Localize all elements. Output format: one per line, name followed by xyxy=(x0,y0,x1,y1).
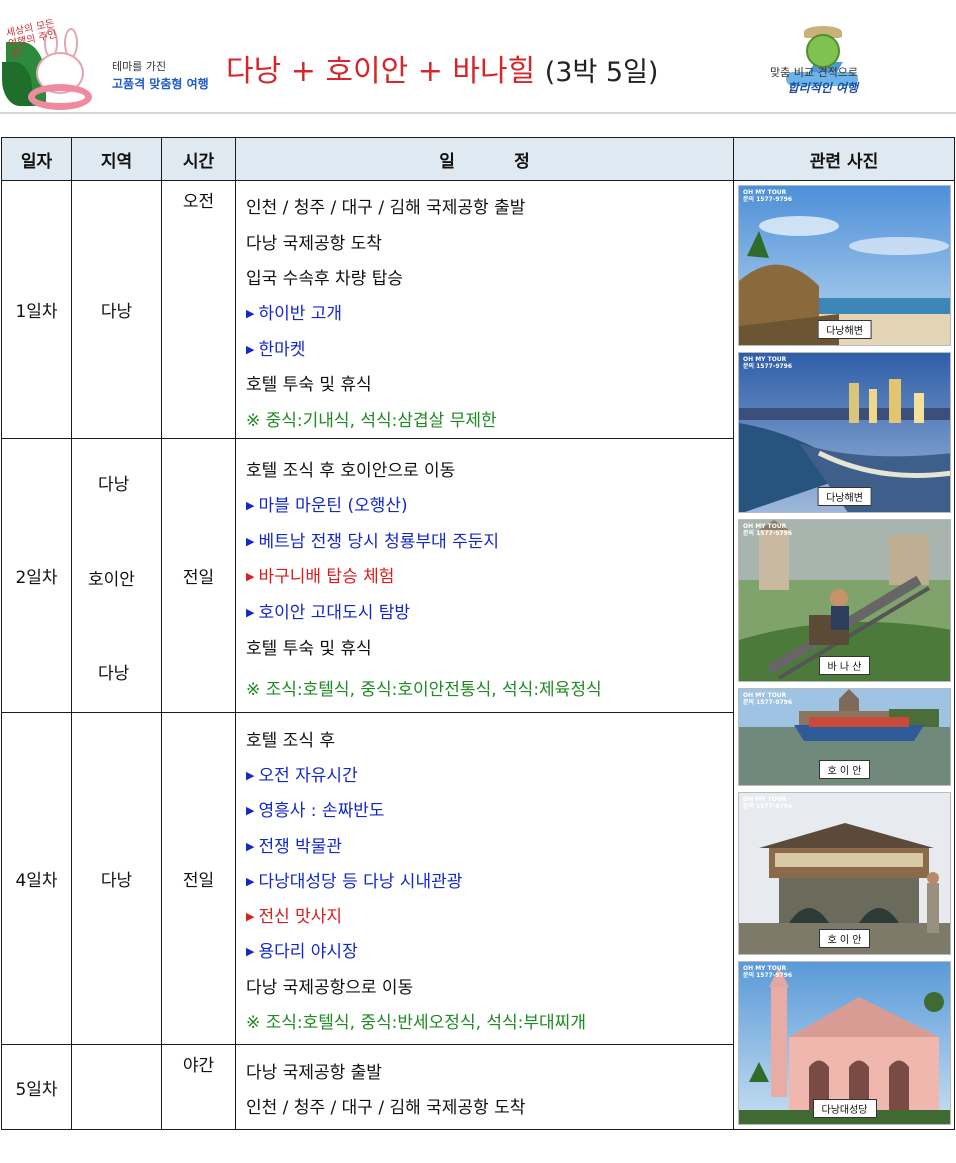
photo-caption: 다낭대성당 xyxy=(812,1099,877,1118)
day1-day: 1일차 xyxy=(1,180,72,439)
triangle-bullet-icon: ▶ xyxy=(246,535,255,548)
day4-day: 4일차 xyxy=(1,712,72,1045)
tagline-line1: 테마를 가진 xyxy=(112,60,167,73)
day2-region-3: 다낭 xyxy=(98,664,130,684)
photo-hoian-river: OH MY TOUR 문의 1577-9796 호 이 안 xyxy=(738,688,951,786)
day1-line: 호텔 투숙 및 휴식 xyxy=(246,375,372,395)
page-title: 다낭 + 호이안 + 바나힐 (3박 5일) xyxy=(226,46,658,90)
title-duration: (3박 5일) xyxy=(544,57,659,88)
day1-meals: ※ 중식:기내식, 석식:삼겹살 무제한 xyxy=(246,411,497,431)
day4-line: 호텔 조식 후 xyxy=(246,731,336,751)
day4-highlight: ▶ 전쟁 박물관 xyxy=(246,832,342,857)
right-tagline-line1: 맞춤 비교 견적으로 xyxy=(770,66,858,79)
photo-watermark: OH MY TOUR 문의 1577-9796 xyxy=(743,523,793,537)
day2-highlight: ▶ 마블 마운틴 (오행산) xyxy=(246,491,408,516)
triangle-bullet-icon: ▶ xyxy=(246,804,255,817)
day2-day: 2일차 xyxy=(1,438,72,713)
day1-line: 인천 / 청주 / 대구 / 김해 국제공항 출발 xyxy=(246,198,526,218)
tagline-line2: 고품격 맞춤형 여행 xyxy=(112,77,209,91)
triangle-bullet-icon: ▶ xyxy=(246,307,255,320)
brand-tagline: 테마를 가진 고품격 맞춤형 여행 xyxy=(112,58,209,92)
title-route: 다낭 + 호이안 + 바나힐 xyxy=(226,54,536,89)
day4-highlight-text: 오전 자유시간 xyxy=(258,766,358,786)
day1-highlight: ▶ 하이반 고개 xyxy=(246,299,342,324)
day2-highlight: ▶ 호이안 고대도시 탐방 xyxy=(246,598,410,623)
header-region: 지역 xyxy=(71,137,162,181)
header-divider xyxy=(0,112,956,114)
photo-caption: 바 나 산 xyxy=(818,656,871,675)
day4-highlight: ▶ 영흥사 : 손짜반도 xyxy=(246,796,384,821)
day2-line: 호텔 조식 후 호이안으로 이동 xyxy=(246,461,456,481)
day1-region: 다낭 xyxy=(71,180,162,439)
day2-highlight: ▶ 베트남 전쟁 당시 청룡부대 주둔지 xyxy=(246,527,499,552)
day5-line: 다낭 국제공항 출발 xyxy=(246,1063,382,1083)
triangle-bullet-icon: ▶ xyxy=(246,769,255,782)
day1-highlight-text: 하이반 고개 xyxy=(258,304,343,324)
photo-caption: 다낭해변 xyxy=(817,487,872,506)
day1-line: 다낭 국제공항 도착 xyxy=(246,234,382,254)
photo-watermark: OH MY TOUR 문의 1577-9796 xyxy=(743,796,793,810)
photo-danang-beach-night: OH MY TOUR 문의 1577-9796 다낭해변 xyxy=(738,352,951,513)
day2-time: 전일 xyxy=(161,438,236,713)
header-photo: 관련 사진 xyxy=(733,137,955,181)
triangle-bullet-icon: ▶ xyxy=(246,570,255,583)
day1-highlight: ▶ 한마켓 xyxy=(246,335,305,360)
day2-highlight-text: 바구니배 탑승 체험 xyxy=(258,567,395,587)
day4-highlight-text: 다낭대성당 등 다낭 시내관광 xyxy=(258,872,463,892)
header-schedule: 일 정 xyxy=(235,137,734,181)
triangle-bullet-icon: ▶ xyxy=(246,945,255,958)
day4-highlight: ▶ 다낭대성당 등 다낭 시내관광 xyxy=(246,867,462,892)
triangle-bullet-icon: ▶ xyxy=(246,343,255,356)
header-day: 일자 xyxy=(1,137,72,181)
day4-highlight: ▶ 용다리 야시장 xyxy=(246,937,358,962)
photo-bana-hills: OH MY TOUR 문의 1577-9796 바 나 산 xyxy=(738,519,951,682)
day4-time: 전일 xyxy=(161,712,236,1045)
photo-watermark: OH MY TOUR 문의 1577-9796 xyxy=(743,356,793,370)
day4-highlight-text: 용다리 야시장 xyxy=(258,942,358,962)
page-header: 세상의 모든 여행의 주인공! 테마를 가진 고품격 맞춤형 여행 다낭 + 호… xyxy=(0,0,956,110)
day4-meals: ※ 조식:호텔식, 중식:반세오정식, 석식:부대찌개 xyxy=(246,1013,586,1033)
day4-highlight-text: 전신 맛사지 xyxy=(258,907,343,927)
day2-line: 호텔 투숙 및 휴식 xyxy=(246,639,372,659)
day5-line: 인천 / 청주 / 대구 / 김해 국제공항 도착 xyxy=(246,1098,526,1118)
photo-caption: 호 이 안 xyxy=(818,760,871,779)
day4-region: 다낭 xyxy=(71,712,162,1045)
photo-watermark: OH MY TOUR 문의 1577-9796 xyxy=(743,692,793,706)
day4-line: 다낭 국제공항으로 이동 xyxy=(246,978,414,998)
photo-caption: 호 이 안 xyxy=(818,929,871,948)
bunny-logo-icon: 세상의 모든 여행의 주인공! xyxy=(2,18,94,110)
day4-highlight-red: ▶ 전신 맛사지 xyxy=(246,902,342,927)
photo-watermark: OH MY TOUR 문의 1577-9796 xyxy=(743,189,793,203)
triangle-bullet-icon: ▶ xyxy=(246,875,255,888)
day1-time: 오전 xyxy=(161,180,236,439)
day5-day: 5일차 xyxy=(1,1044,72,1130)
day5-time: 야간 xyxy=(161,1044,236,1130)
photo-watermark: OH MY TOUR 문의 1577-9796 xyxy=(743,965,793,979)
day2-highlight-text: 마블 마운틴 (오행산) xyxy=(258,496,408,516)
day4-highlight-text: 영흥사 : 손짜반도 xyxy=(258,801,385,821)
day1-line: 입국 수속후 차량 탑승 xyxy=(246,269,403,289)
day4-highlight: ▶ 오전 자유시간 xyxy=(246,761,358,786)
header-time: 시간 xyxy=(161,137,236,181)
triangle-bullet-icon: ▶ xyxy=(246,910,255,923)
day2-highlight-red: ▶ 바구니배 탑승 체험 xyxy=(246,562,394,587)
photo-caption: 다낭해변 xyxy=(817,320,872,339)
day2-region-2: 호이안 xyxy=(88,570,135,590)
day1-highlight-text: 한마켓 xyxy=(258,340,306,360)
photo-danang-cathedral: OH MY TOUR 문의 1577-9796 다낭대성당 xyxy=(738,961,951,1125)
triangle-bullet-icon: ▶ xyxy=(246,499,255,512)
day2-highlight-text: 베트남 전쟁 당시 청룡부대 주둔지 xyxy=(258,532,500,552)
right-tagline-line2: 합리적인 여행 xyxy=(787,81,858,95)
day2-region-1: 다낭 xyxy=(98,475,130,495)
photo-danang-beach: OH MY TOUR 문의 1577-9796 다낭해변 xyxy=(738,185,951,346)
day2-highlight-text: 호이안 고대도시 탐방 xyxy=(258,603,411,623)
triangle-bullet-icon: ▶ xyxy=(246,606,255,619)
photo-hoian-bridge: OH MY TOUR 문의 1577-9796 호 이 안 xyxy=(738,792,951,955)
triangle-bullet-icon: ▶ xyxy=(246,840,255,853)
day2-meals: ※ 조식:호텔식, 중식:호이안전통식, 석식:제육정식 xyxy=(246,680,602,700)
day5-region xyxy=(71,1044,162,1130)
day4-highlight-text: 전쟁 박물관 xyxy=(258,837,343,857)
